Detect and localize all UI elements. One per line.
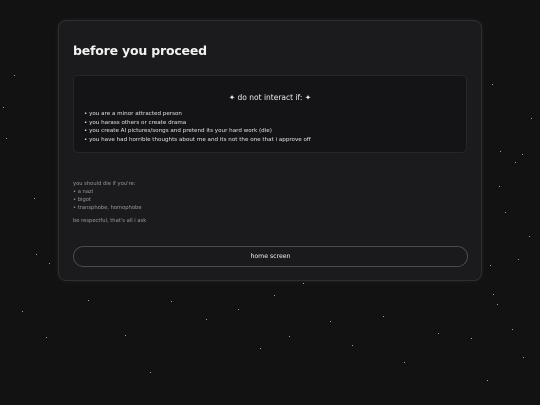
dislikes-section: you should die if you're: • a nazi • big…	[73, 180, 142, 212]
star	[518, 259, 520, 261]
star	[383, 316, 385, 318]
star	[352, 345, 354, 347]
star	[289, 336, 291, 338]
notice-card: before you proceed ✦ do not interact if:…	[58, 20, 482, 281]
star	[499, 186, 501, 188]
star	[404, 362, 406, 364]
star	[6, 138, 8, 140]
star	[522, 154, 524, 156]
star	[260, 348, 262, 350]
star	[238, 309, 240, 311]
star	[206, 319, 208, 321]
star	[303, 283, 305, 285]
star	[505, 212, 507, 214]
star	[88, 300, 90, 302]
star	[49, 263, 51, 265]
star	[512, 329, 514, 331]
list-item: • you have had horrible thoughts about m…	[84, 136, 311, 143]
star	[274, 295, 276, 297]
list-item: • a nazi	[73, 189, 94, 195]
star	[46, 337, 48, 339]
star	[34, 198, 36, 200]
list-item: • you harass others or create drama	[84, 119, 187, 126]
do-not-interact-box: ✦ do not interact if: ✦ • you are a mino…	[73, 75, 467, 153]
star	[497, 304, 499, 306]
home-screen-button[interactable]: home screen	[73, 246, 468, 267]
list-item: • transphobe, homophobe	[73, 205, 142, 211]
page-title: before you proceed	[73, 43, 207, 58]
star	[3, 107, 5, 109]
star	[490, 265, 492, 267]
star	[487, 380, 489, 382]
star	[125, 335, 127, 337]
star	[500, 151, 502, 153]
star	[523, 357, 525, 359]
star	[150, 372, 152, 374]
star	[22, 311, 24, 313]
star	[493, 294, 495, 296]
star	[330, 321, 332, 323]
closing-note: be respectful, that's all i ask	[73, 218, 147, 224]
star	[529, 236, 531, 238]
list-item: • you create AI pictures/songs and prete…	[84, 128, 272, 135]
star	[492, 84, 494, 86]
do-not-interact-list: • you are a minor attracted person • you…	[84, 110, 311, 144]
star	[438, 333, 440, 335]
dislikes-intro: you should die if you're:	[73, 181, 136, 187]
star	[14, 75, 16, 77]
list-item: • bigot	[73, 197, 91, 203]
list-item: • you are a minor attracted person	[84, 111, 182, 117]
star	[515, 162, 517, 164]
star	[471, 338, 473, 340]
do-not-interact-heading: ✦ do not interact if: ✦	[228, 93, 312, 102]
star	[531, 118, 533, 120]
star	[36, 254, 38, 256]
star	[171, 301, 173, 303]
